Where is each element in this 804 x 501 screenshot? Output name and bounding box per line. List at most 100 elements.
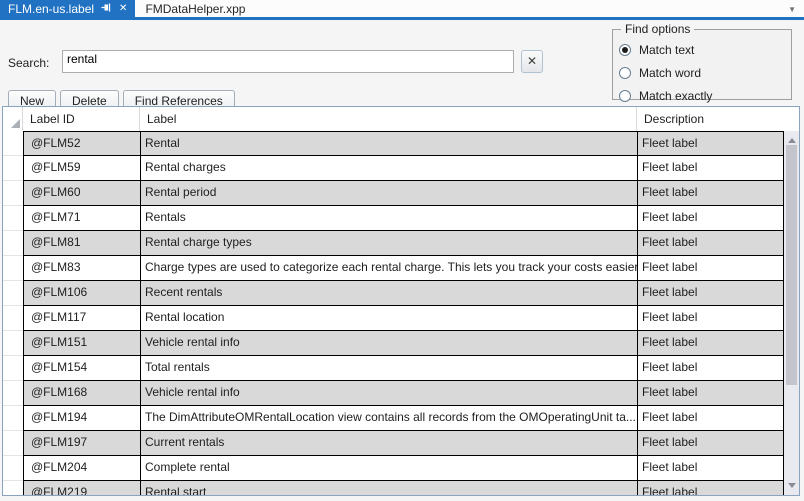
row-selector-cell[interactable] <box>3 181 23 206</box>
row-selector-cell[interactable] <box>3 281 23 306</box>
tab-flm-label[interactable]: FLM.en-us.label ✕ <box>0 0 135 17</box>
cell-label-id[interactable]: @FLM151 <box>23 331 140 356</box>
table-row[interactable]: @FLM83 Charge types are used to categori… <box>3 256 784 281</box>
scrollbar-thumb[interactable] <box>786 145 797 385</box>
table-row[interactable]: @FLM168 Vehicle rental info Fleet label <box>3 381 784 406</box>
table-row[interactable]: @FLM117 Rental location Fleet label <box>3 306 784 331</box>
grid-corner-cell[interactable] <box>3 107 23 131</box>
row-selector-cell[interactable] <box>3 406 23 431</box>
cell-label-id[interactable]: @FLM83 <box>23 256 140 281</box>
cell-label[interactable]: Rental location <box>140 306 637 331</box>
table-row[interactable]: @FLM106 Recent rentals Fleet label <box>3 281 784 306</box>
cell-label[interactable]: Rental charges <box>140 156 637 181</box>
cell-description[interactable]: Fleet label <box>637 131 784 156</box>
cell-label[interactable]: Rentals <box>140 206 637 231</box>
cell-label[interactable]: Rental period <box>140 181 637 206</box>
row-selector-cell[interactable] <box>3 431 23 456</box>
cell-description[interactable]: Fleet label <box>637 456 784 481</box>
grid-rows: @FLM52 Rental Fleet label @FLM59 Rental … <box>3 131 784 495</box>
cell-label-id[interactable]: @FLM106 <box>23 281 140 306</box>
row-selector-cell[interactable] <box>3 381 23 406</box>
row-selector-cell[interactable] <box>3 481 23 495</box>
cell-label-id[interactable]: @FLM194 <box>23 406 140 431</box>
cell-description[interactable]: Fleet label <box>637 281 784 306</box>
table-row[interactable]: @FLM204 Complete rental Fleet label <box>3 456 784 481</box>
radio-option[interactable]: Match text <box>619 38 791 61</box>
find-options-title: Find options <box>621 22 694 36</box>
label-grid: Label ID Label Description @FLM52 Rental… <box>2 106 800 496</box>
clear-icon: ✕ <box>527 54 537 68</box>
row-selector-cell[interactable] <box>3 231 23 256</box>
search-input[interactable] <box>62 50 514 73</box>
radio-button-icon[interactable] <box>619 90 631 102</box>
row-selector-cell[interactable] <box>3 156 23 181</box>
column-header-label[interactable]: Label <box>140 107 637 131</box>
cell-description[interactable]: Fleet label <box>637 356 784 381</box>
row-selector-cell[interactable] <box>3 331 23 356</box>
pin-icon[interactable] <box>101 2 112 16</box>
table-row[interactable]: @FLM197 Current rentals Fleet label <box>3 431 784 456</box>
vertical-scrollbar[interactable] <box>784 131 799 495</box>
table-row[interactable]: @FLM219 Rental start Fleet label <box>3 481 784 495</box>
column-header-label-id[interactable]: Label ID <box>23 107 140 131</box>
radio-option[interactable]: Match exactly <box>619 84 791 107</box>
cell-description[interactable]: Fleet label <box>637 406 784 431</box>
cell-label-id[interactable]: @FLM204 <box>23 456 140 481</box>
table-row[interactable]: @FLM52 Rental Fleet label <box>3 131 784 156</box>
clear-search-button[interactable]: ✕ <box>521 50 543 73</box>
cell-description[interactable]: Fleet label <box>637 431 784 456</box>
cell-description[interactable]: Fleet label <box>637 206 784 231</box>
column-header-description[interactable]: Description <box>637 107 799 131</box>
cell-label[interactable]: Rental charge types <box>140 231 637 256</box>
table-row[interactable]: @FLM154 Total rentals Fleet label <box>3 356 784 381</box>
row-selector-cell[interactable] <box>3 456 23 481</box>
scroll-down-button[interactable] <box>784 478 799 493</box>
cell-description[interactable]: Fleet label <box>637 381 784 406</box>
table-row[interactable]: @FLM81 Rental charge types Fleet label <box>3 231 784 256</box>
cell-label-id[interactable]: @FLM71 <box>23 206 140 231</box>
radio-button-icon[interactable] <box>619 44 631 56</box>
cell-description[interactable]: Fleet label <box>637 256 784 281</box>
cell-description[interactable]: Fleet label <box>637 331 784 356</box>
table-row[interactable]: @FLM194 The DimAttributeOMRentalLocation… <box>3 406 784 431</box>
cell-description[interactable]: Fleet label <box>637 481 784 495</box>
cell-label[interactable]: Complete rental <box>140 456 637 481</box>
row-selector-cell[interactable] <box>3 256 23 281</box>
cell-label-id[interactable]: @FLM168 <box>23 381 140 406</box>
cell-label-id[interactable]: @FLM81 <box>23 231 140 256</box>
cell-label-id[interactable]: @FLM59 <box>23 156 140 181</box>
cell-description[interactable]: Fleet label <box>637 231 784 256</box>
row-selector-cell[interactable] <box>3 131 23 156</box>
cell-label[interactable]: Rental <box>140 131 637 156</box>
cell-label-id[interactable]: @FLM117 <box>23 306 140 331</box>
table-row[interactable]: @FLM151 Vehicle rental info Fleet label <box>3 331 784 356</box>
table-row[interactable]: @FLM59 Rental charges Fleet label <box>3 156 784 181</box>
row-selector-cell[interactable] <box>3 356 23 381</box>
table-row[interactable]: @FLM71 Rentals Fleet label <box>3 206 784 231</box>
radio-button-icon[interactable] <box>619 67 631 79</box>
cell-label-id[interactable]: @FLM154 <box>23 356 140 381</box>
cell-label[interactable]: Current rentals <box>140 431 637 456</box>
cell-label[interactable]: Vehicle rental info <box>140 331 637 356</box>
grid-header: Label ID Label Description <box>3 107 799 131</box>
cell-label-id[interactable]: @FLM197 <box>23 431 140 456</box>
cell-description[interactable]: Fleet label <box>637 181 784 206</box>
row-selector-cell[interactable] <box>3 306 23 331</box>
row-selector-cell[interactable] <box>3 206 23 231</box>
close-tab-icon[interactable]: ✕ <box>119 4 127 14</box>
tab-overflow-arrow-icon[interactable]: ▼ <box>788 5 796 14</box>
cell-label[interactable]: Vehicle rental info <box>140 381 637 406</box>
cell-label[interactable]: Total rentals <box>140 356 637 381</box>
cell-description[interactable]: Fleet label <box>637 306 784 331</box>
radio-option[interactable]: Match word <box>619 61 791 84</box>
cell-label[interactable]: Charge types are used to categorize each… <box>140 256 637 281</box>
tab-fmdatahelper[interactable]: FMDataHelper.xpp <box>135 0 255 17</box>
cell-label-id[interactable]: @FLM60 <box>23 181 140 206</box>
cell-label-id[interactable]: @FLM219 <box>23 481 140 495</box>
cell-label-id[interactable]: @FLM52 <box>23 131 140 156</box>
cell-label[interactable]: Recent rentals <box>140 281 637 306</box>
cell-description[interactable]: Fleet label <box>637 156 784 181</box>
cell-label[interactable]: The DimAttributeOMRentalLocation view co… <box>140 406 637 431</box>
cell-label[interactable]: Rental start <box>140 481 637 495</box>
table-row[interactable]: @FLM60 Rental period Fleet label <box>3 181 784 206</box>
